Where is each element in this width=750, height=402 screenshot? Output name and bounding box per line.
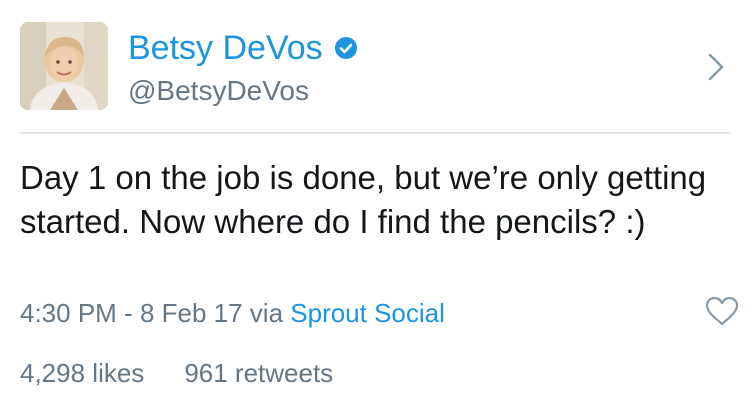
tweet-date: 8 Feb 17 bbox=[139, 298, 243, 328]
tweet-time: 4:30 PM bbox=[20, 298, 117, 328]
likes-count[interactable]: 4,298 likes bbox=[20, 358, 144, 388]
display-name[interactable]: Betsy DeVos bbox=[128, 31, 323, 65]
meta-separator: - bbox=[116, 298, 140, 328]
engagement-stats: 4,298 likes 961 retweets bbox=[20, 360, 333, 386]
tweet-card: Betsy DeVos @BetsyDeVos Day 1 on the job… bbox=[0, 0, 750, 402]
heart-icon[interactable] bbox=[705, 296, 739, 326]
divider bbox=[20, 132, 730, 134]
user-handle[interactable]: @BetsyDeVos bbox=[128, 75, 309, 107]
source-link[interactable]: Sprout Social bbox=[290, 298, 445, 328]
via-label: via bbox=[242, 298, 291, 328]
author-name-row[interactable]: Betsy DeVos bbox=[128, 26, 357, 70]
verified-badge-icon bbox=[334, 37, 357, 59]
retweets-count[interactable]: 961 retweets bbox=[184, 358, 333, 388]
tweet-meta: 4:30 PM - 8 Feb 17 via Sprout Social bbox=[20, 300, 445, 326]
avatar-photo bbox=[20, 22, 108, 110]
chevron-right-icon[interactable] bbox=[706, 52, 726, 82]
avatar[interactable] bbox=[20, 22, 108, 110]
tweet-text: Day 1 on the job is done, but we’re only… bbox=[20, 159, 707, 240]
